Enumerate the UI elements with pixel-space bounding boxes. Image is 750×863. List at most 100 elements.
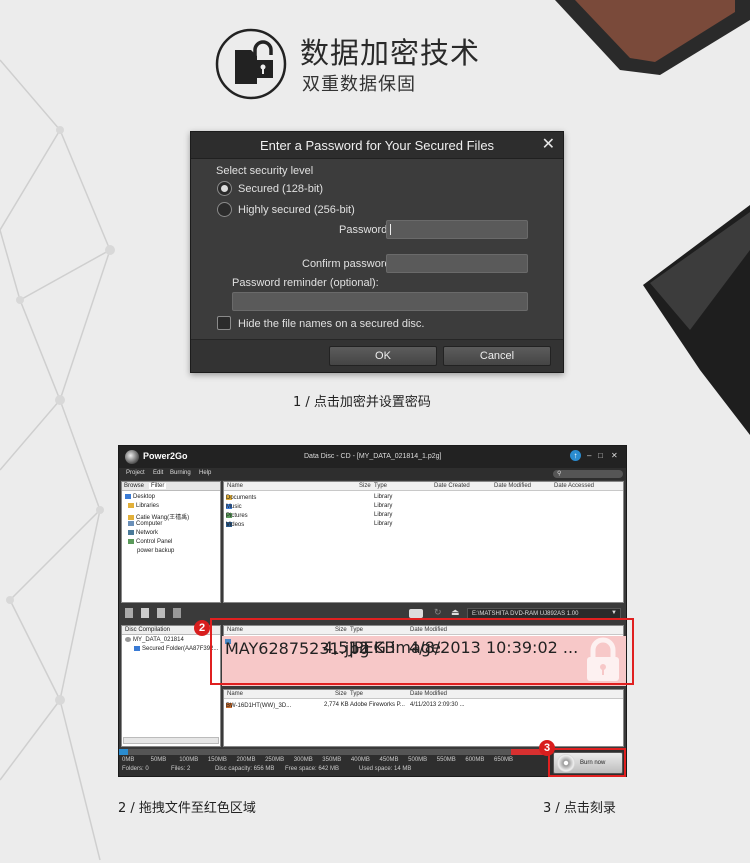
burn-button-highlight (548, 748, 626, 777)
tree-item-network[interactable]: Network (128, 530, 158, 536)
password-label: Password: (339, 224, 391, 236)
computer-icon (128, 521, 134, 526)
radio-secured-label[interactable]: Secured (128-bit) (238, 183, 323, 195)
page-title: 数据加密技术 (300, 36, 481, 70)
confirm-password-field[interactable] (386, 254, 528, 273)
refresh-icon[interactable]: ↻ (434, 607, 442, 618)
lock-file-icon (215, 28, 287, 100)
password-reminder-label: Password reminder (optional): (232, 277, 379, 289)
used-space: Used space: 14 MB (359, 766, 412, 772)
scale-label: 600MB (465, 757, 485, 763)
capacity-bar (119, 749, 549, 755)
capacity-used-fill (119, 749, 128, 755)
scale-label: 200MB (236, 757, 256, 763)
dialog-title: Enter a Password for Your Secured Files (191, 132, 563, 159)
menu-edit[interactable]: Edit (153, 470, 163, 476)
secured-folder-icon (134, 646, 140, 651)
confirm-password-label: Confirm password: (302, 258, 394, 270)
radio-highly-secured-label[interactable]: Highly secured (256-bit) (238, 204, 355, 216)
scale-label: 100MB (179, 757, 199, 763)
scale-label: 0MB (122, 757, 135, 763)
menu-bar: Project Edit Burning Help ⚲ (119, 468, 626, 480)
scale-label: 150MB (207, 757, 227, 763)
tree-item-libraries[interactable]: Libraries (128, 503, 159, 509)
col-date-modified[interactable]: Date Modified (494, 483, 531, 489)
chevron-down-icon: ▼ (611, 610, 617, 616)
desktop-icon (125, 494, 131, 499)
table-row[interactable]: BW-16D1HT(WW)_3D... 2,774 KB Adobe Firew… (226, 701, 623, 710)
files-count: Files: 2 (171, 766, 191, 772)
password-dialog: Enter a Password for Your Secured Files … (190, 131, 564, 373)
password-field[interactable] (386, 220, 528, 239)
col-name[interactable]: Name (227, 483, 243, 489)
close-icon[interactable]: ✕ (542, 135, 555, 155)
menu-burning[interactable]: Burning (170, 470, 191, 476)
delete-icon[interactable] (173, 608, 181, 618)
scale-label: 400MB (350, 757, 370, 763)
tree-item-desktop[interactable]: Desktop (125, 494, 155, 500)
search-input[interactable]: ⚲ (553, 470, 623, 478)
browser-header: Name Size Type Date Created Date Modifie… (224, 482, 623, 491)
scale-label: 300MB (293, 757, 313, 763)
window-title: Data Disc - CD - [MY_DATA_021814_1.p2g] (304, 453, 442, 460)
maximize-icon[interactable]: □ (598, 451, 603, 460)
scale-label: 350MB (322, 757, 342, 763)
device-decoration (643, 205, 750, 435)
rename-icon[interactable] (157, 608, 165, 618)
scale-label: 250MB (265, 757, 285, 763)
close-window-icon[interactable]: ✕ (611, 451, 618, 460)
secured-folder-item[interactable]: Secured Folder(AA87F392... (134, 646, 218, 652)
col-size[interactable]: Size (359, 483, 371, 489)
menu-project[interactable]: Project (126, 470, 145, 476)
lock-toggle-icon[interactable] (409, 609, 423, 618)
password-reminder-field[interactable] (232, 292, 528, 311)
power2go-logo-icon (125, 450, 139, 464)
step2-badge: 2 (194, 620, 210, 636)
dialog-footer: OK Cancel (191, 339, 563, 372)
cancel-button[interactable]: Cancel (443, 346, 551, 366)
horizontal-scrollbar[interactable] (123, 737, 219, 744)
hide-names-checkbox[interactable] (217, 316, 231, 330)
add-file-icon[interactable] (125, 608, 133, 618)
eject-icon[interactable]: ⏏ (451, 607, 460, 618)
new-folder-icon[interactable] (141, 608, 149, 618)
tab-filter[interactable]: Filter (149, 483, 167, 489)
tablet-decoration (555, 0, 750, 75)
control-panel-icon (128, 539, 134, 544)
network-icon (128, 530, 134, 535)
disc-capacity: Disc capacity: 656 MB (215, 766, 275, 772)
title-bar: Power2Go Data Disc - CD - [MY_DATA_02181… (119, 446, 626, 468)
col-date-accessed[interactable]: Date Accessed (554, 483, 594, 489)
scale-label: 50MB (150, 757, 167, 763)
caption-step1: 1 / 点击加密并设置密码 (293, 395, 431, 410)
drop-zone-highlight (210, 618, 634, 685)
security-level-label: Select security level (216, 165, 314, 177)
col-date-created[interactable]: Date Created (434, 483, 470, 489)
radio-secured[interactable] (217, 181, 232, 196)
minimize-icon[interactable]: – (587, 451, 591, 460)
user-folder-icon (128, 515, 134, 520)
tree-item-power-backup[interactable]: power backup (137, 548, 174, 554)
disc-compilation-pane: Disc Compilation MY_DATA_021814 Secured … (121, 625, 221, 747)
free-space: Free space: 642 MB (285, 766, 340, 772)
hide-names-label[interactable]: Hide the file names on a secured disc. (238, 318, 425, 330)
menu-help[interactable]: Help (199, 470, 211, 476)
scale-label: 500MB (408, 757, 428, 763)
page-subtitle: 双重数据保固 (302, 74, 416, 95)
ok-button[interactable]: OK (329, 346, 437, 366)
step3-badge: 3 (539, 740, 555, 756)
update-icon[interactable]: ↑ (570, 450, 581, 461)
browse-pane: Browse Filter Desktop Libraries Catie Wa… (121, 481, 221, 603)
normal-area-pane: Name Size Type Date Modified BW-16D1HT(W… (223, 689, 624, 747)
capacity-scale-labels: 0MB 50MB 100MB 150MB 200MB 250MB 300MB 350MB 400… (119, 757, 549, 765)
tree-item-control-panel[interactable]: Control Panel (128, 539, 172, 545)
tree-item-computer[interactable]: Computer (128, 521, 162, 527)
disc-icon (125, 637, 131, 642)
disc-root-item[interactable]: MY_DATA_021814 (125, 637, 184, 643)
col-type[interactable]: Type (374, 483, 387, 489)
tree-item-user[interactable]: Catie Wang(王禧禹) (128, 512, 189, 521)
power2go-window: Power2Go Data Disc - CD - [MY_DATA_02181… (118, 445, 627, 777)
tab-browse[interactable]: Browse (124, 483, 144, 489)
app-name: Power2Go (143, 451, 188, 461)
radio-highly-secured[interactable] (217, 202, 232, 217)
